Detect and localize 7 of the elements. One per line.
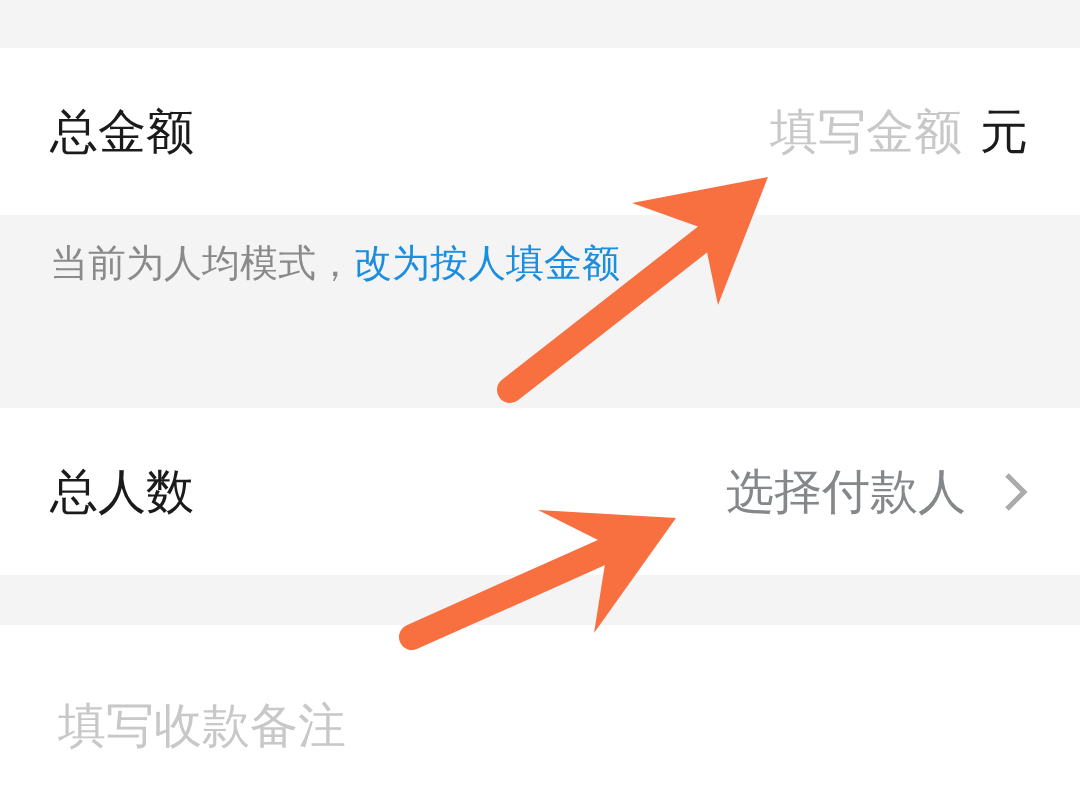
currency-unit: 元	[980, 102, 1028, 161]
total-amount-label: 总金额	[50, 102, 194, 161]
switch-mode-link[interactable]: 改为按人填金额	[354, 241, 620, 285]
chevron-right-icon	[1004, 471, 1028, 512]
mode-hint-text: 当前为人均模式，改为按人填金额	[50, 241, 620, 286]
total-people-label: 总人数	[50, 462, 194, 521]
payer-select-button[interactable]: 选择付款人	[726, 462, 1028, 521]
